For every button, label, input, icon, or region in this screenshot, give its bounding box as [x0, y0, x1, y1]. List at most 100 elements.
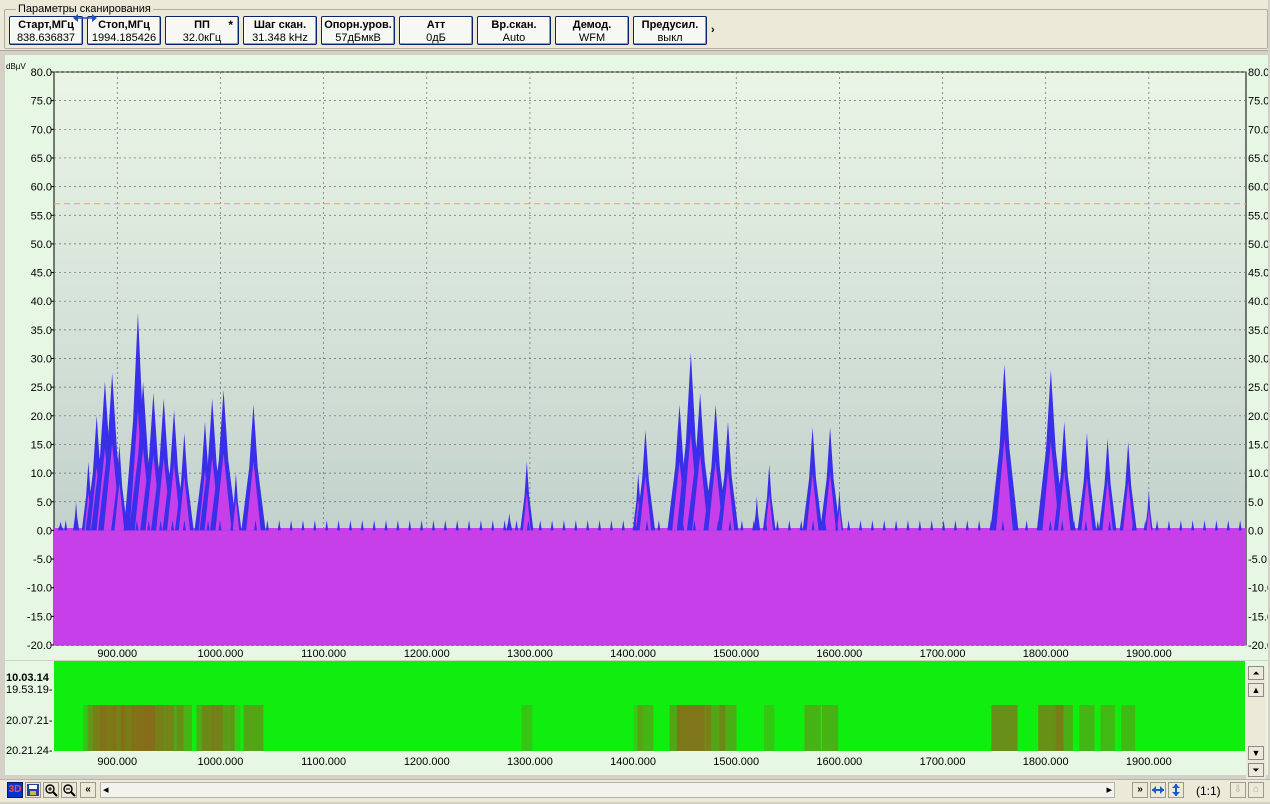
y-tick-label: 65.0 — [31, 153, 52, 165]
waterfall-time: 20.07.21- — [6, 715, 53, 727]
waterfall-band — [1079, 705, 1095, 751]
spectrum-panel: 80.0 75.0 70.0 65.0 60.0 55.0 50.0 45.0 40.0 35.0… — [5, 55, 1268, 660]
y-tick-label: 50.0 — [1248, 239, 1268, 251]
x-tick-label: 1800.000 — [1023, 756, 1069, 768]
more-parameters-arrow-icon[interactable]: › — [711, 24, 715, 36]
3d-view-button[interactable]: 3D — [7, 782, 23, 798]
x-tick-label: 1800.000 — [1023, 648, 1069, 660]
y-tick-label: 60.0 — [1248, 182, 1268, 194]
y-tick-label: -20.0 — [27, 640, 52, 652]
stop-frequency-button[interactable]: Стоп,МГц 1994.185426 — [87, 16, 161, 45]
param-value: 1994.185426 — [91, 32, 157, 44]
x-tick-label: 1200.000 — [404, 756, 450, 768]
y-tick-label: 75.0 — [31, 96, 52, 108]
scroll-top-icon[interactable]: ⏶ — [1248, 666, 1264, 680]
fit-vertical-icon[interactable] — [1168, 782, 1184, 798]
waterfall-band — [719, 705, 737, 751]
scan-step-button[interactable]: Шаг скан. 31.348 kHz — [243, 16, 317, 45]
x-tick-label: 900.000 — [97, 648, 137, 660]
x-tick-label: 1100.000 — [301, 756, 346, 768]
reference-level-button[interactable]: Опорн.уров. 57дБмкВ — [321, 16, 395, 45]
param-name: Демод. — [572, 19, 612, 31]
y-tick-label: 60.0 — [31, 182, 52, 194]
waterfall-band — [1100, 705, 1115, 751]
scroll-right-icon[interactable]: ▸ — [1106, 783, 1112, 796]
waterfall-date: 10.03.14 — [6, 672, 50, 684]
param-value: 838.636837 — [16, 32, 76, 44]
zoom-in-icon[interactable] — [43, 782, 59, 798]
x-tick-label: 1600.000 — [816, 648, 862, 660]
y-tick-label: -20.0 — [1248, 640, 1268, 652]
y-tick-label: 75.0 — [1248, 96, 1268, 108]
y-tick-label: 80.0 — [1248, 67, 1268, 79]
waterfall-band — [176, 705, 192, 751]
waterfall-panel: 10.03.14 19.53.19- 20.07.21- 20.21.24- 9… — [5, 661, 1268, 775]
scroll-up-icon[interactable]: ▲ — [1248, 683, 1264, 697]
y-tick-label: 45.0 — [31, 268, 52, 280]
zoom-out-icon[interactable] — [61, 782, 77, 798]
param-name: ПП — [194, 19, 210, 31]
disabled-tool-icon: ⇩ — [1230, 782, 1246, 798]
y-tick-label: 35.0 — [1248, 325, 1268, 337]
scan-time-button[interactable]: Вр.скан. Auto — [477, 16, 551, 45]
param-value: Auto — [502, 32, 526, 44]
param-value: 31.348 kHz — [252, 32, 308, 44]
y-tick-label: 5.0 — [1248, 497, 1263, 509]
x-tick-label: 1100.000 — [301, 648, 346, 660]
waterfall-chart[interactable]: 10.03.14 19.53.19- 20.07.21- 20.21.24- 9… — [5, 661, 1245, 775]
attenuator-button[interactable]: Атт 0дБ — [399, 16, 473, 45]
y-tick-label: 15.0 — [1248, 439, 1268, 451]
bandwidth-button[interactable]: ПП 32.0кГц * — [165, 16, 239, 45]
y-tick-label: 65.0 — [1248, 153, 1268, 165]
waterfall-scrollbar[interactable]: ⏶ ▲ ▼ ⏷ — [1246, 666, 1266, 780]
spectrum-chart[interactable]: 80.0 75.0 70.0 65.0 60.0 55.0 50.0 45.0 40.0 35.0… — [5, 55, 1268, 660]
x-tick-label: 1500.000 — [713, 648, 759, 660]
scroll-left-icon[interactable]: ◂ — [103, 783, 109, 796]
param-value: 32.0кГц — [182, 32, 222, 44]
x-tick-label: 1700.000 — [920, 756, 966, 768]
zoom-ratio-label: (1:1) — [1196, 784, 1221, 798]
x-tick-label: 900.000 — [97, 756, 137, 768]
scroll-down-icon[interactable]: ▼ — [1248, 746, 1264, 760]
y-tick-label: 45.0 — [1248, 268, 1268, 280]
y-tick-label: 40.0 — [1248, 296, 1268, 308]
param-name: Опорн.уров. — [324, 19, 392, 31]
param-name: Шаг скан. — [253, 19, 307, 31]
param-name: Вр.скан. — [491, 19, 537, 31]
y-tick-label: 50.0 — [31, 239, 52, 251]
y-tick-label: 55.0 — [1248, 210, 1268, 222]
x-tick-label: 1700.000 — [920, 648, 966, 660]
y-unit-label: dBµV — [6, 62, 26, 71]
fit-horizontal-icon[interactable] — [1150, 782, 1166, 798]
resize-arrow-icon[interactable] — [72, 13, 98, 23]
y-tick-label: 30.0 — [1248, 354, 1268, 366]
y-tick-label: 20.0 — [31, 411, 52, 423]
waterfall-band — [991, 705, 1018, 751]
y-tick-label: 25.0 — [1248, 382, 1268, 394]
scroll-bottom-icon[interactable]: ⏷ — [1248, 763, 1264, 777]
param-value: выкл — [657, 32, 683, 44]
last-page-button[interactable]: » — [1132, 782, 1148, 798]
save-icon[interactable] — [25, 782, 41, 798]
y-tick-label: 0.0 — [37, 525, 52, 537]
x-tick-label: 1200.000 — [404, 648, 450, 660]
y-tick-label: 70.0 — [31, 124, 52, 136]
y-tick-label: -15.0 — [27, 611, 52, 623]
waterfall-band — [821, 705, 839, 751]
param-name: Предусил. — [641, 19, 699, 31]
horizontal-scrollbar[interactable]: ◂ ▸ — [100, 782, 1115, 798]
param-value: 57дБмкВ — [335, 32, 381, 44]
y-tick-label: 35.0 — [31, 325, 52, 337]
demodulation-button[interactable]: Демод. WFM — [555, 16, 629, 45]
param-name: Атт — [426, 19, 446, 31]
x-tick-label: 1900.000 — [1126, 756, 1172, 768]
y-tick-label: 5.0 — [37, 497, 52, 509]
first-page-button[interactable]: « — [80, 782, 96, 798]
waterfall-band — [804, 705, 821, 751]
waterfall-band — [637, 705, 654, 751]
x-tick-label: 1000.000 — [198, 648, 244, 660]
preamplifier-button[interactable]: Предусил. выкл — [633, 16, 707, 45]
param-name: Стоп,МГц — [98, 19, 150, 31]
param-value: WFM — [578, 32, 606, 44]
y-tick-label: 10.0 — [1248, 468, 1268, 480]
